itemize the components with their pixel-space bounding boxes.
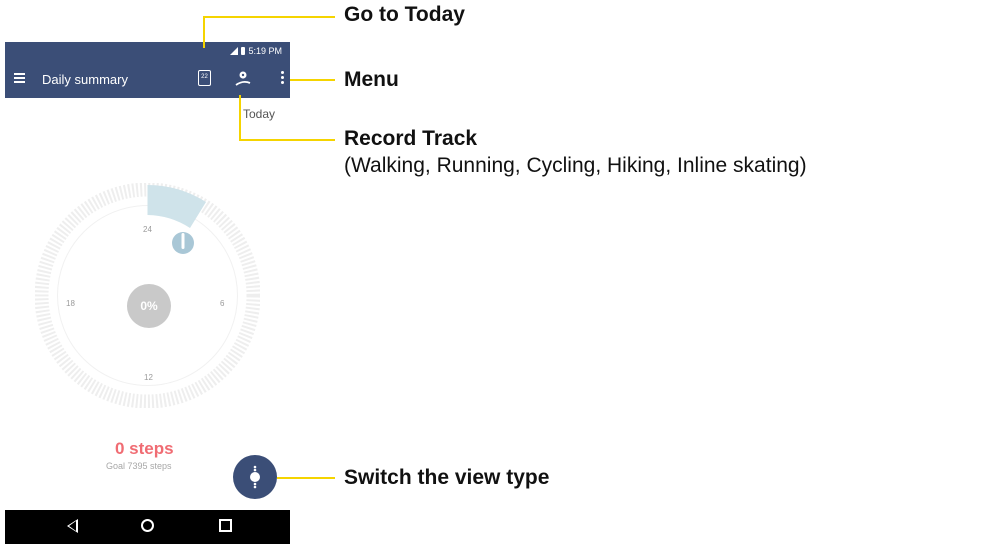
callout-go-to-today: Go to Today — [344, 3, 465, 26]
recent-apps-icon[interactable] — [219, 519, 232, 532]
callout-line-menu — [290, 79, 335, 81]
record-track-button[interactable] — [233, 69, 253, 89]
status-bar: 5:19 PM — [5, 42, 290, 60]
callout-line-switch-view — [277, 477, 335, 479]
menu-button[interactable] — [281, 71, 285, 87]
clock-tick-24: 24 — [143, 225, 152, 234]
record-track-icon — [235, 71, 251, 86]
signal-icon — [230, 47, 239, 55]
hamburger-menu-icon[interactable] — [14, 73, 25, 84]
callout-record-track: Record Track — [344, 127, 478, 150]
clock-tick-12: 12 — [144, 373, 153, 382]
callout-switch-view: Switch the view type — [344, 466, 550, 489]
goal-arc — [147, 185, 206, 228]
step-goal: Goal 7395 steps — [106, 461, 172, 471]
date-label: Today — [243, 107, 276, 121]
page-title: Daily summary — [42, 72, 128, 87]
callout-line-go-to-today — [203, 16, 205, 48]
progress-percent: 0% — [127, 284, 171, 328]
home-icon[interactable] — [141, 519, 154, 532]
clock-tick-18: 18 — [66, 299, 75, 308]
callout-line-record-track-h — [239, 139, 335, 141]
switch-view-icon — [250, 465, 260, 489]
navigation-bar — [5, 510, 290, 544]
calendar-icon-day: 22 — [201, 74, 208, 80]
status-time: 5:19 PM — [248, 46, 282, 56]
step-count: 0 steps — [115, 439, 174, 458]
switch-view-button[interactable] — [233, 455, 277, 499]
callout-line-record-track — [239, 95, 241, 140]
app-bar: Daily summary 22 — [5, 60, 290, 98]
back-icon[interactable] — [67, 519, 78, 533]
go-to-today-button[interactable]: 22 — [198, 70, 211, 86]
battery-icon — [241, 47, 246, 55]
clock-tick-6: 6 — [220, 299, 225, 308]
callout-record-track-sub: (Walking, Running, Cycling, Hiking, Inli… — [344, 154, 807, 177]
callout-line-go-to-today-h — [203, 16, 335, 18]
callout-menu: Menu — [344, 68, 399, 91]
